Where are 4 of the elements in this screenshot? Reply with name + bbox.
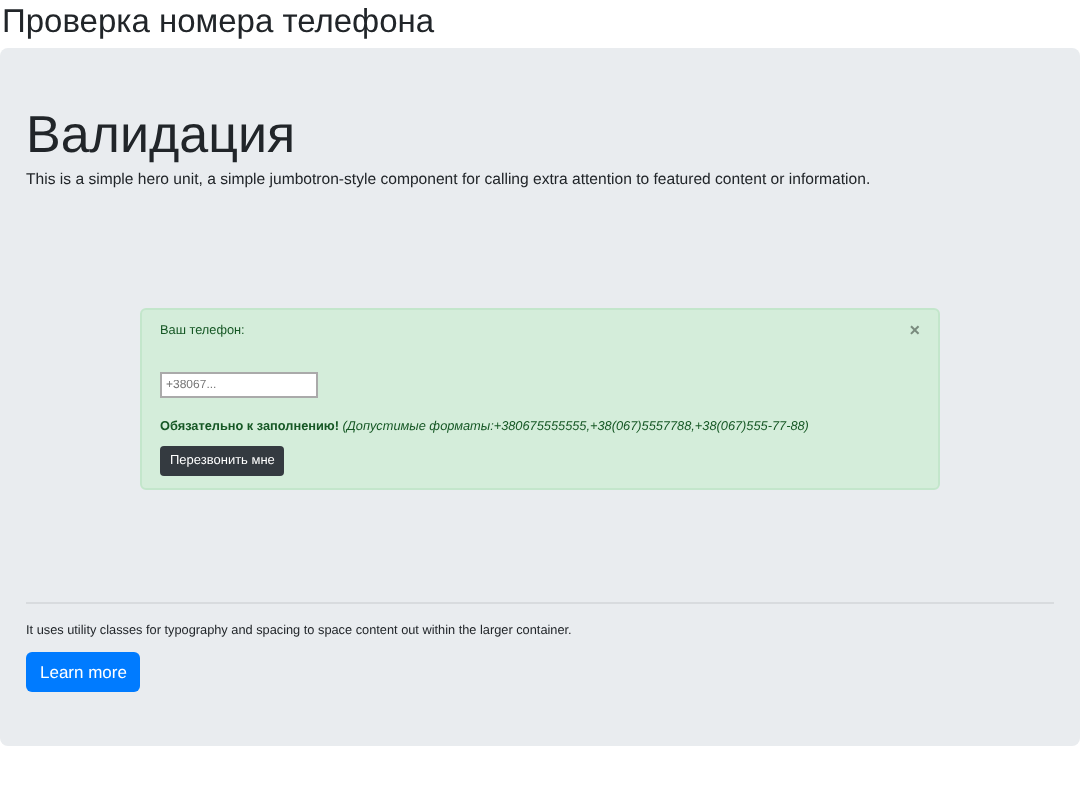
hero-heading: Валидация: [26, 104, 298, 164]
page-title: Проверка номера телефона: [0, 2, 437, 42]
close-button[interactable]: ×: [909, 322, 920, 340]
learn-more-button[interactable]: Learn more: [26, 652, 141, 692]
